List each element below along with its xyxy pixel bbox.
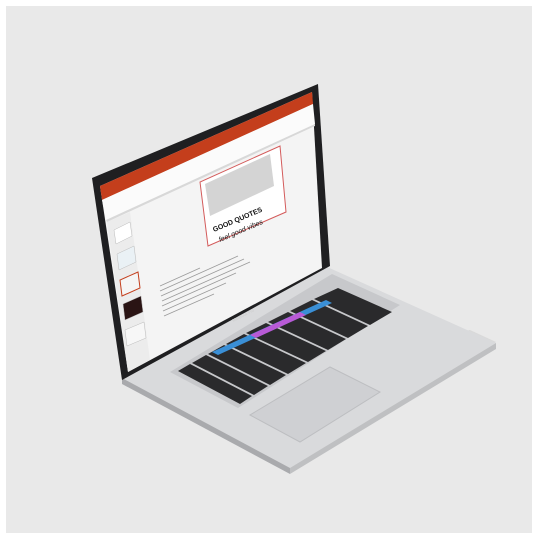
photo-frame: GOOD QUOTES feel good vibes MacBook Pro — [0, 0, 538, 539]
laptop-scene: GOOD QUOTES feel good vibes MacBook Pro — [0, 0, 538, 539]
